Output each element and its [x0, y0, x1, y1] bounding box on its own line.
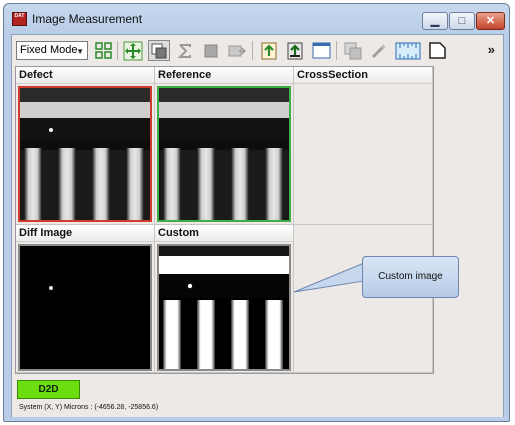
app-icon-text: DAT — [14, 13, 25, 19]
coordinates-readout: System (X, Y) Microns : (-4656.28, -2585… — [19, 404, 159, 411]
minimize-button[interactable]: ▁ — [422, 12, 448, 30]
image-measurement-window: DAT Image Measurement ▁ □ ✕ Fixed Mode ▼ — [3, 3, 510, 422]
close-icon: ✕ — [485, 14, 496, 27]
app-icon: DAT — [12, 12, 27, 26]
maximize-icon: □ — [458, 14, 466, 27]
window-title: Image Measurement — [32, 12, 143, 26]
maximize-button[interactable]: □ — [449, 12, 475, 30]
minimize-icon: ▁ — [430, 14, 440, 27]
title-bar[interactable]: DAT Image Measurement ▁ □ ✕ — [4, 4, 509, 34]
close-button[interactable]: ✕ — [476, 12, 505, 30]
callout-custom-image: Custom image — [362, 256, 459, 298]
client-area: Fixed Mode ▼ » Defect Reference CrossSec… — [11, 34, 504, 417]
callout-pointer — [293, 262, 365, 293]
d2d-button[interactable]: D2D — [17, 380, 80, 399]
status-bar: D2D System (X, Y) Microns : (-4656.28, -… — [12, 375, 503, 417]
